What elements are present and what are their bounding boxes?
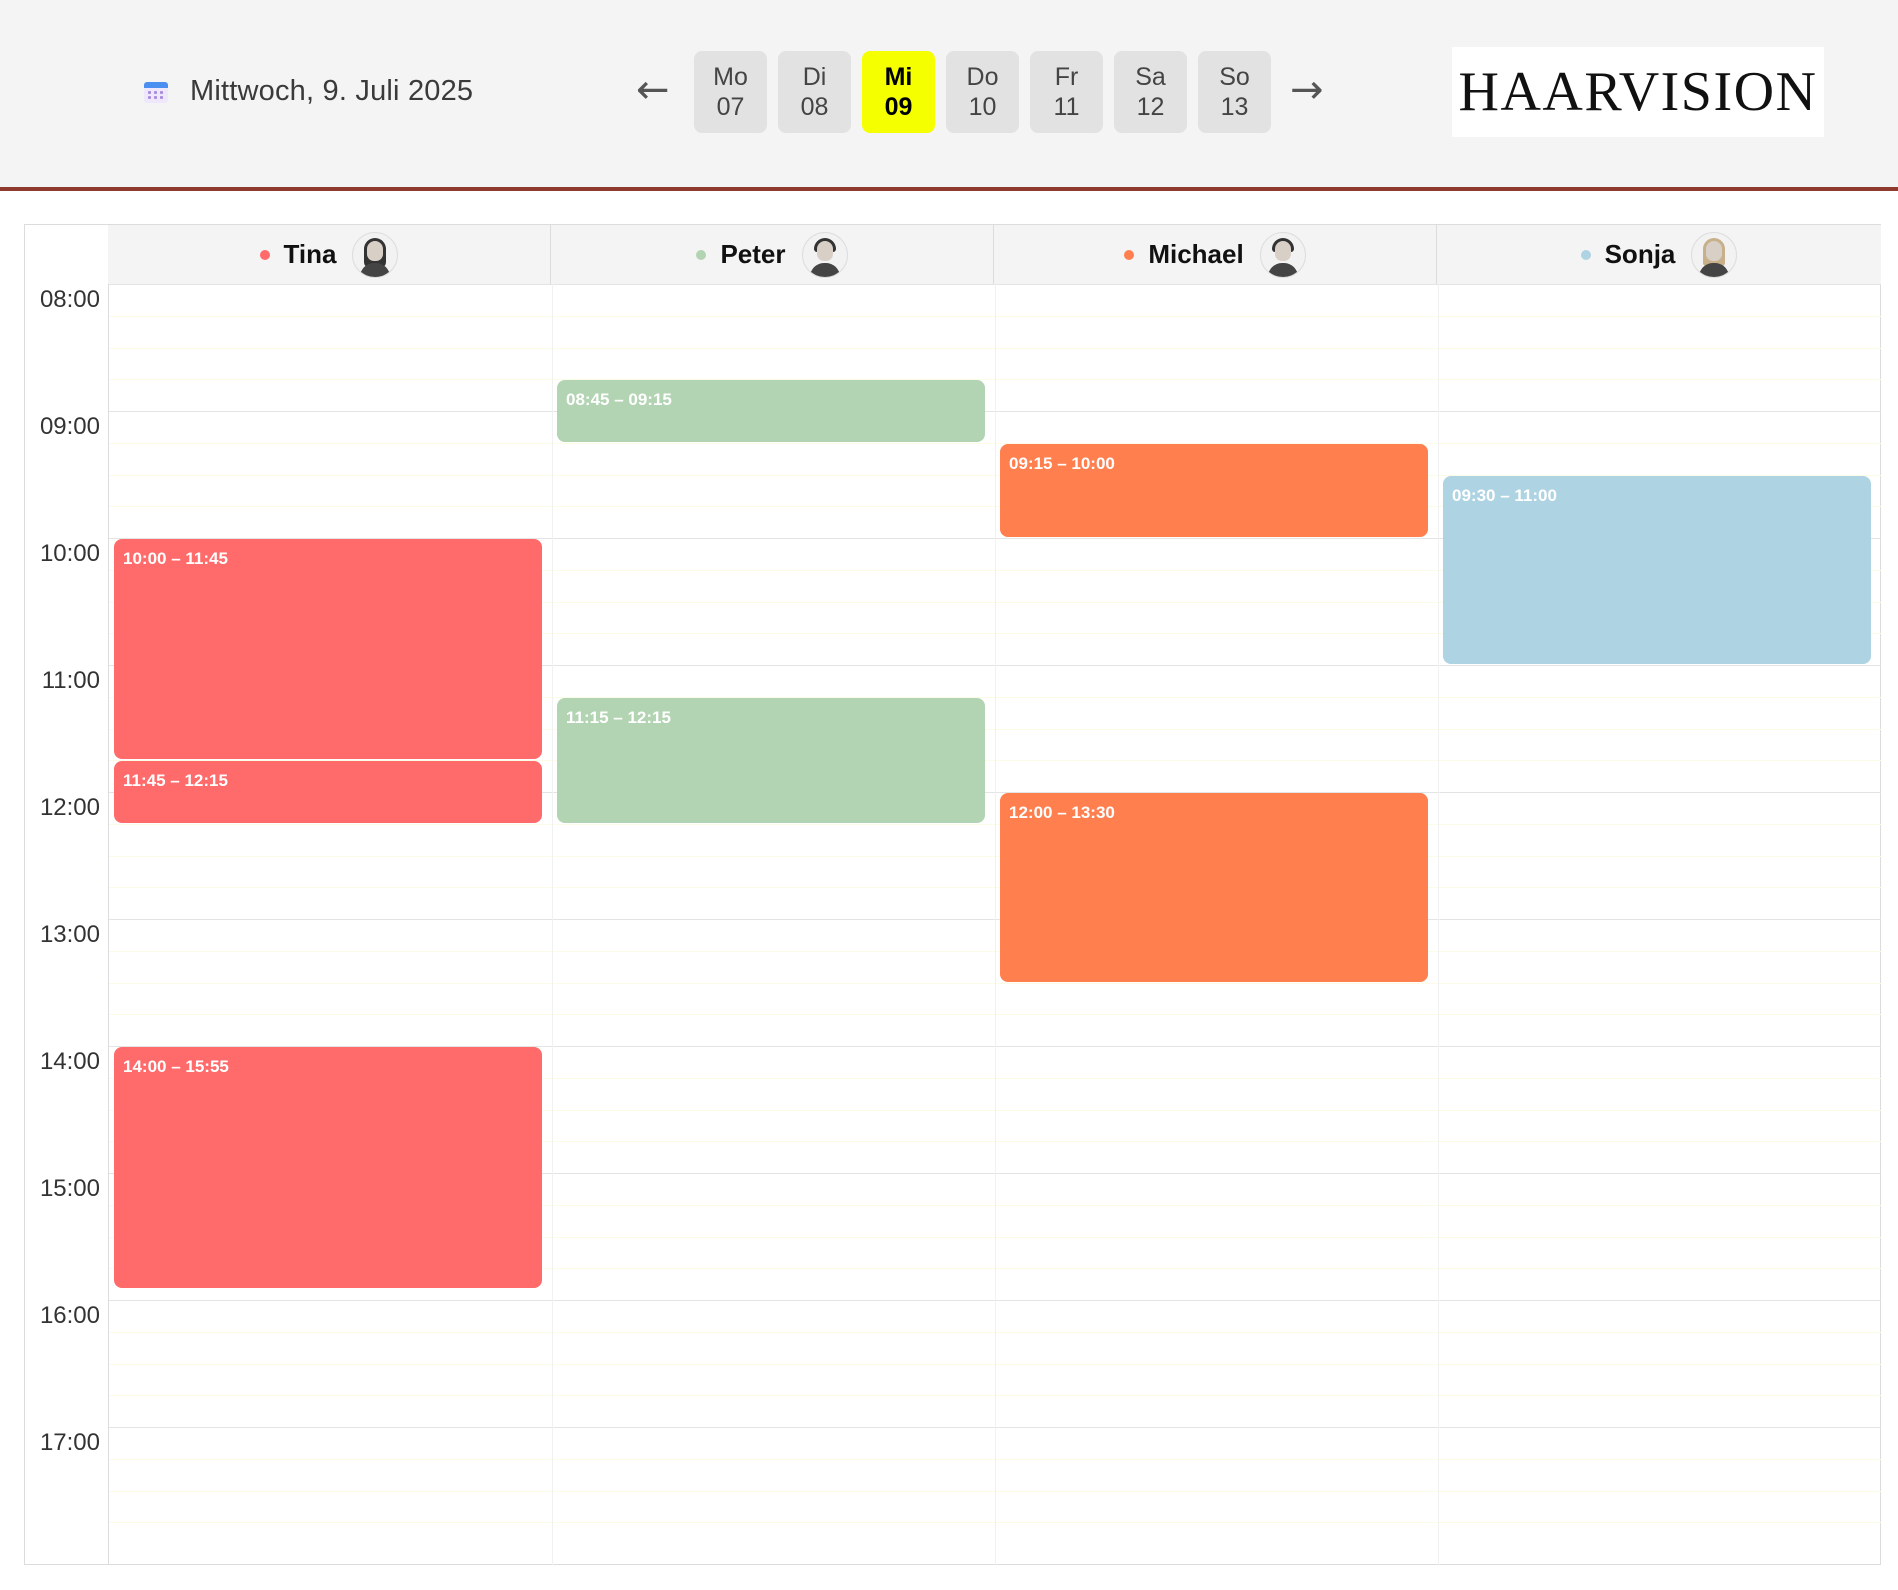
day-dow: Sa — [1135, 63, 1166, 91]
day-do[interactable]: Do 10 — [946, 51, 1019, 133]
appointment-block[interactable]: 10:00 – 11:45 — [114, 539, 542, 760]
hour-label: 13:00 — [39, 921, 100, 948]
hour-label: 16:00 — [39, 1302, 100, 1329]
staff-name: Michael — [1148, 239, 1244, 269]
day-fr[interactable]: Fr 11 — [1030, 51, 1103, 133]
hour-label: 17:00 — [39, 1429, 100, 1456]
staff-header-row: Tina Peter Michael Sonja — [108, 225, 1881, 285]
schedule-grid: Tina Peter Michael Sonja 08:00 09:00 10:00… — [24, 224, 1881, 1565]
day-dow: Di — [802, 63, 827, 91]
day-selector: Mo 07 Di 08 Mi 09 Do 10 Fr 11 Sa 12 So 13 — [694, 51, 1282, 133]
appointment-block[interactable]: 11:45 – 12:15 — [114, 761, 542, 823]
calendar-icon — [144, 80, 168, 104]
day-num: 07 — [716, 93, 745, 121]
woman-avatar-icon — [1691, 231, 1738, 278]
hour-label: 12:00 — [39, 794, 100, 821]
day-dow: Mo — [713, 63, 748, 91]
woman-avatar-icon — [352, 231, 399, 278]
schedule-body: 10:00 – 11:45 11:45 – 12:15 14:00 – 15:55 0… — [109, 284, 1881, 1565]
appointment-block[interactable]: 09:15 – 10:00 — [1000, 443, 1428, 537]
day-num: 10 — [968, 93, 997, 121]
staff-column-header-peter[interactable]: Peter — [551, 225, 994, 284]
day-sa[interactable]: Sa 12 — [1114, 51, 1187, 133]
day-dow: Mi — [884, 63, 913, 91]
hour-label: 11:00 — [41, 667, 100, 694]
day-dow: Fr — [1054, 63, 1079, 91]
staff-column-header-sonja[interactable]: Sonja — [1437, 225, 1881, 284]
current-date: Mittwoch, 9. Juli 2025 — [144, 75, 473, 108]
top-bar: Mittwoch, 9. Juli 2025 ← Mo 07 Di 08 Mi 09 … — [0, 0, 1898, 191]
day-dow: So — [1219, 63, 1250, 91]
day-so[interactable]: So 13 — [1198, 51, 1271, 133]
day-num: 12 — [1136, 93, 1165, 121]
staff-color-dot — [1124, 249, 1135, 260]
appointment-block[interactable]: 14:00 – 15:55 — [114, 1047, 542, 1289]
day-di[interactable]: Di 08 — [778, 51, 851, 133]
time-column: 08:00 09:00 10:00 11:00 12:00 13:00 14:00 15:00… — [25, 284, 109, 1565]
appointment-block[interactable]: 09:30 – 11:00 — [1443, 475, 1871, 664]
hour-label: 15:00 — [39, 1175, 100, 1202]
staff-name: Peter — [720, 239, 786, 269]
appointment-block[interactable]: 08:45 – 09:15 — [557, 380, 985, 442]
brand-logo: HAARVISION — [1452, 47, 1824, 137]
prev-week-arrow-icon[interactable]: ← — [636, 70, 670, 110]
staff-name: Sonja — [1604, 239, 1676, 269]
appointment-block[interactable]: 12:00 – 13:30 — [1000, 793, 1428, 982]
staff-color-dot — [259, 249, 270, 260]
day-mi-selected[interactable]: Mi 09 — [862, 51, 935, 133]
staff-name: Tina — [283, 239, 337, 269]
staff-column-header-michael[interactable]: Michael — [994, 225, 1437, 284]
day-dow: Do — [966, 63, 999, 91]
day-num: 08 — [800, 93, 829, 121]
column-divider — [552, 284, 553, 1565]
column-divider — [1438, 284, 1439, 1565]
day-num: 13 — [1220, 93, 1249, 121]
staff-color-dot — [696, 249, 707, 260]
staff-color-dot — [1580, 249, 1591, 260]
hour-label: 14:00 — [39, 1048, 100, 1075]
man-avatar-icon — [801, 231, 848, 278]
date-label: Mittwoch, 9. Juli 2025 — [190, 75, 474, 107]
day-num: 09 — [884, 93, 913, 121]
day-num: 11 — [1053, 93, 1080, 121]
hour-label: 08:00 — [39, 286, 100, 313]
day-mo[interactable]: Mo 07 — [694, 51, 767, 133]
appointment-block[interactable]: 11:15 – 12:15 — [557, 697, 985, 823]
next-week-arrow-icon[interactable]: → — [1290, 70, 1324, 110]
column-divider — [995, 284, 996, 1565]
man-avatar-icon — [1259, 231, 1306, 278]
hour-label: 10:00 — [39, 540, 100, 567]
staff-column-header-tina[interactable]: Tina — [108, 225, 551, 284]
hour-label: 09:00 — [39, 413, 100, 440]
